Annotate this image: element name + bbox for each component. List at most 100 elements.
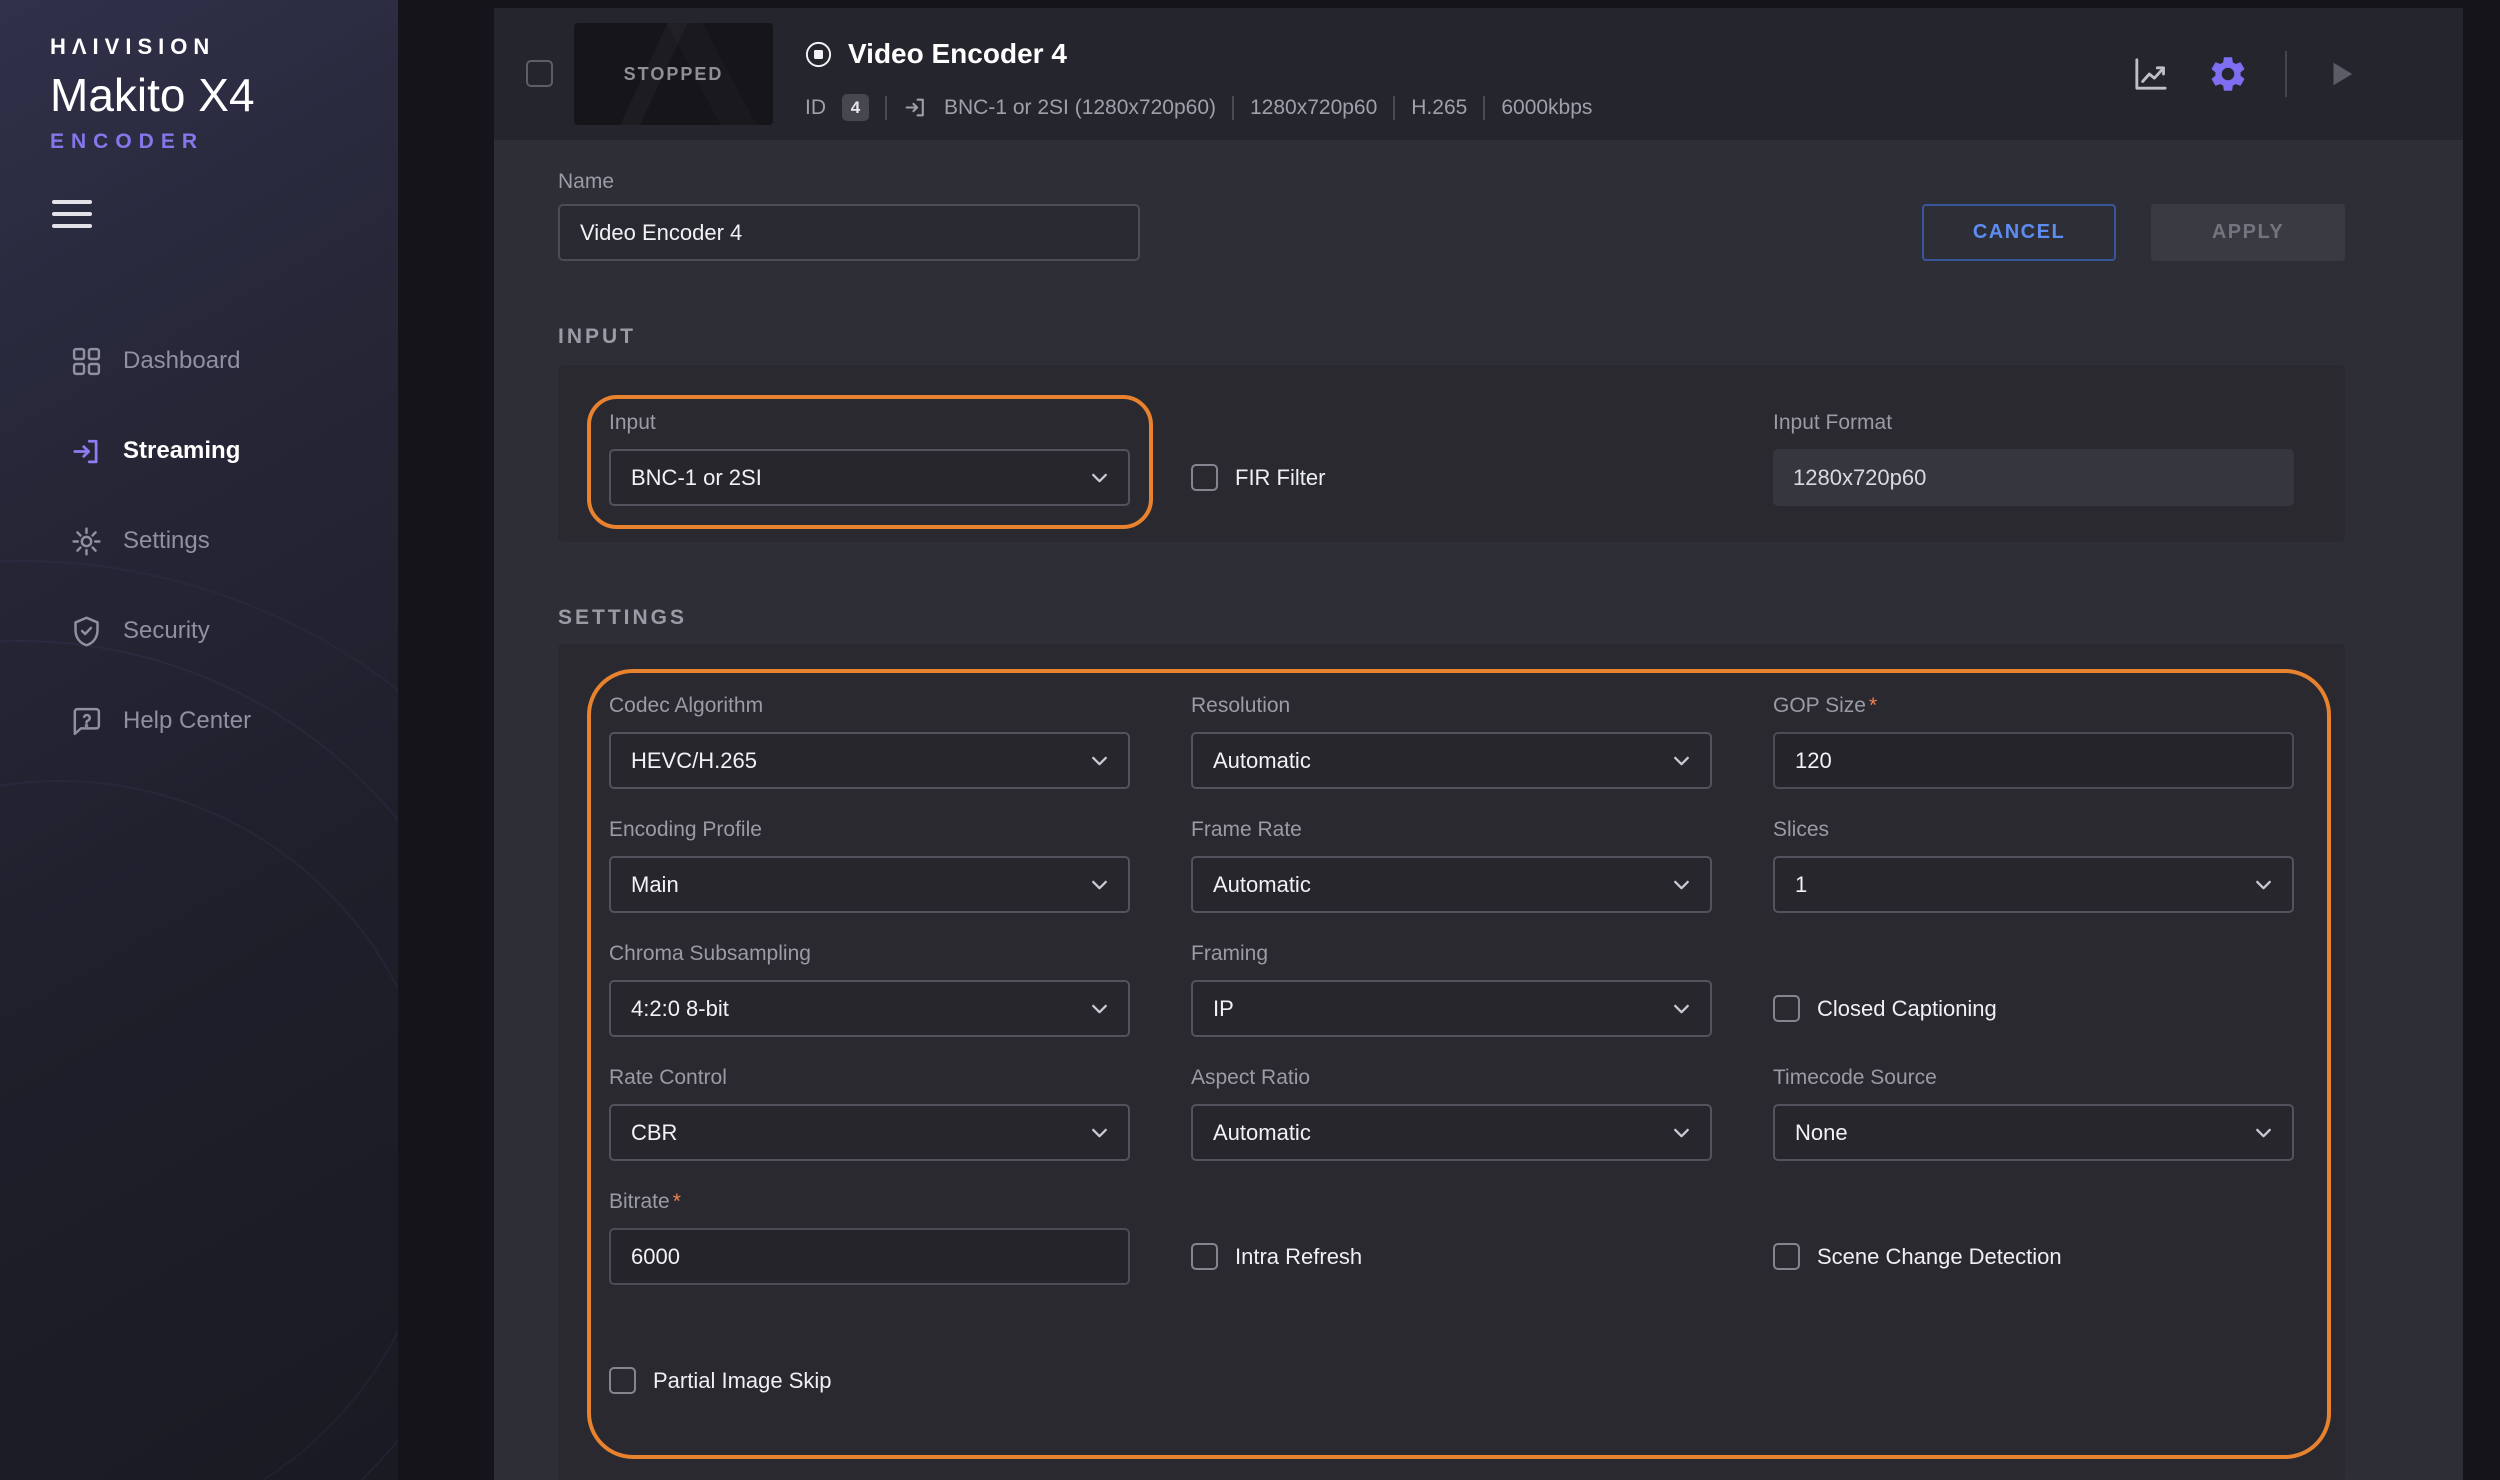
partial-image-skip-checkbox[interactable]: Partial Image Skip [609,1367,832,1394]
checkbox-box[interactable] [1773,1243,1800,1270]
sidebar-item-label: Dashboard [123,347,240,375]
chevron-down-icon [1087,465,1112,490]
checkbox-box[interactable] [1773,995,1800,1022]
fir-filter-checkbox[interactable]: FIR Filter [1191,464,1325,491]
start-encoder-play-icon[interactable] [2323,56,2359,92]
sidebar-item-streaming[interactable]: Streaming [0,406,398,496]
gop-size-input[interactable] [1773,732,2294,789]
frame-rate-select[interactable]: Automatic [1191,856,1712,913]
shield-icon [70,615,103,648]
select-encoder-checkbox[interactable] [526,60,553,87]
slices-cell: Slices 1 [1773,818,2294,913]
chevron-down-icon [1669,748,1694,773]
stopped-status-icon [804,40,833,69]
sidebar-item-help-center[interactable]: Help Center [0,676,398,766]
required-mark: * [673,1190,681,1213]
encoding-profile-value: Main [631,872,679,898]
sidebar-item-label: Security [123,617,210,645]
chevron-down-icon [1669,872,1694,897]
sidebar-item-label: Streaming [123,437,240,465]
encoder-meta-row: ID 4 BNC-1 or 2SI (1280x720p60) 1280x720… [805,94,1592,121]
separator [1483,96,1485,120]
chevron-down-icon [2251,1120,2276,1145]
product-name: Makito X4 [50,68,398,122]
resolution-select[interactable]: Automatic [1191,732,1712,789]
encoder-settings-gear-icon[interactable] [2207,53,2249,95]
framing-value: IP [1213,996,1234,1022]
sidebar-nav: Dashboard Streaming Settings Security [0,316,398,766]
product-role: ENCODER [50,130,398,154]
id-label: ID [805,96,826,120]
sidebar-item-dashboard[interactable]: Dashboard [0,316,398,406]
slices-select[interactable]: 1 [1773,856,2294,913]
cancel-button[interactable]: CANCEL [1922,204,2116,261]
frame-rate-value: Automatic [1213,872,1311,898]
dashboard-icon [70,345,103,378]
rate-control-value: CBR [631,1120,677,1146]
fir-filter-cell: FIR Filter [1191,411,1712,506]
checkbox-box[interactable] [1191,1243,1218,1270]
input-select[interactable]: BNC-1 or 2SI [609,449,1130,506]
chroma-subsampling-select[interactable]: 4:2:0 8-bit [609,980,1130,1037]
timecode-source-value: None [1795,1120,1848,1146]
input-field-cell: Input BNC-1 or 2SI [609,411,1130,506]
rate-control-select[interactable]: CBR [609,1104,1130,1161]
chroma-subsampling-value: 4:2:0 8-bit [631,996,729,1022]
sidebar-item-label: Settings [123,527,210,555]
bitrate-input[interactable] [609,1228,1130,1285]
sidebar-item-settings[interactable]: Settings [0,496,398,586]
chevron-down-icon [1087,1120,1112,1145]
rate-control-cell: Rate Control CBR [609,1066,1130,1161]
closed-captioning-label: Closed Captioning [1817,996,1997,1022]
codec-algorithm-label: Codec Algorithm [609,694,1130,720]
frame-rate-cell: Frame Rate Automatic [1191,818,1712,913]
chevron-down-icon [1087,748,1112,773]
resolution-value: Automatic [1213,748,1311,774]
chroma-subsampling-label: Chroma Subsampling [609,942,1130,968]
timecode-source-label: Timecode Source [1773,1066,2294,1092]
input-card: Input BNC-1 or 2SI FIR Filter [558,365,2345,542]
codec-algorithm-cell: Codec Algorithm HEVC/H.265 [609,694,1130,789]
framing-cell: Framing IP [1191,942,1712,1037]
aspect-ratio-value: Automatic [1213,1120,1311,1146]
aspect-ratio-select[interactable]: Automatic [1191,1104,1712,1161]
statistics-icon[interactable] [2131,54,2171,94]
timecode-source-select[interactable]: None [1773,1104,2294,1161]
framing-select[interactable]: IP [1191,980,1712,1037]
thumbnail-status-label: STOPPED [624,64,724,85]
input-format-label: Input Format [1773,411,2294,437]
bitrate-label: Bitrate* [609,1190,1130,1216]
apply-button[interactable]: APPLY [2151,204,2345,261]
slices-value: 1 [1795,872,1807,898]
resolution-label: Resolution [1191,694,1712,720]
video-thumbnail[interactable]: STOPPED [574,23,773,125]
gear-icon [70,525,103,558]
codec-algorithm-value: HEVC/H.265 [631,748,757,774]
closed-captioning-checkbox[interactable]: Closed Captioning [1773,995,1997,1022]
chevron-down-icon [1087,996,1112,1021]
separator [1393,96,1395,120]
partial-image-skip-label: Partial Image Skip [653,1368,832,1394]
sidebar-item-label: Help Center [123,707,251,735]
hamburger-menu-icon[interactable] [52,200,92,228]
checkbox-box[interactable] [609,1367,636,1394]
input-select-label: Input [609,411,1130,437]
help-chat-icon [70,705,103,738]
meta-codec-value: H.265 [1411,96,1467,120]
partial-image-skip-cell: Partial Image Skip [609,1314,1130,1409]
chevron-down-icon [1669,996,1694,1021]
encoder-form: Name CANCEL APPLY INPUT Input BNC-1 or 2… [494,140,2463,1480]
intra-refresh-checkbox[interactable]: Intra Refresh [1191,1243,1362,1270]
scene-change-detection-checkbox[interactable]: Scene Change Detection [1773,1243,2062,1270]
encoding-profile-select[interactable]: Main [609,856,1130,913]
sidebar-item-security[interactable]: Security [0,586,398,676]
name-input[interactable] [558,204,1140,261]
chevron-down-icon [1087,872,1112,897]
gop-size-label: GOP Size* [1773,694,2294,720]
codec-algorithm-select[interactable]: HEVC/H.265 [609,732,1130,789]
header-actions [2131,8,2359,140]
checkbox-box[interactable] [1191,464,1218,491]
name-field-label: Name [558,170,2345,194]
name-row: CANCEL APPLY [558,204,2345,261]
separator [1232,96,1234,120]
